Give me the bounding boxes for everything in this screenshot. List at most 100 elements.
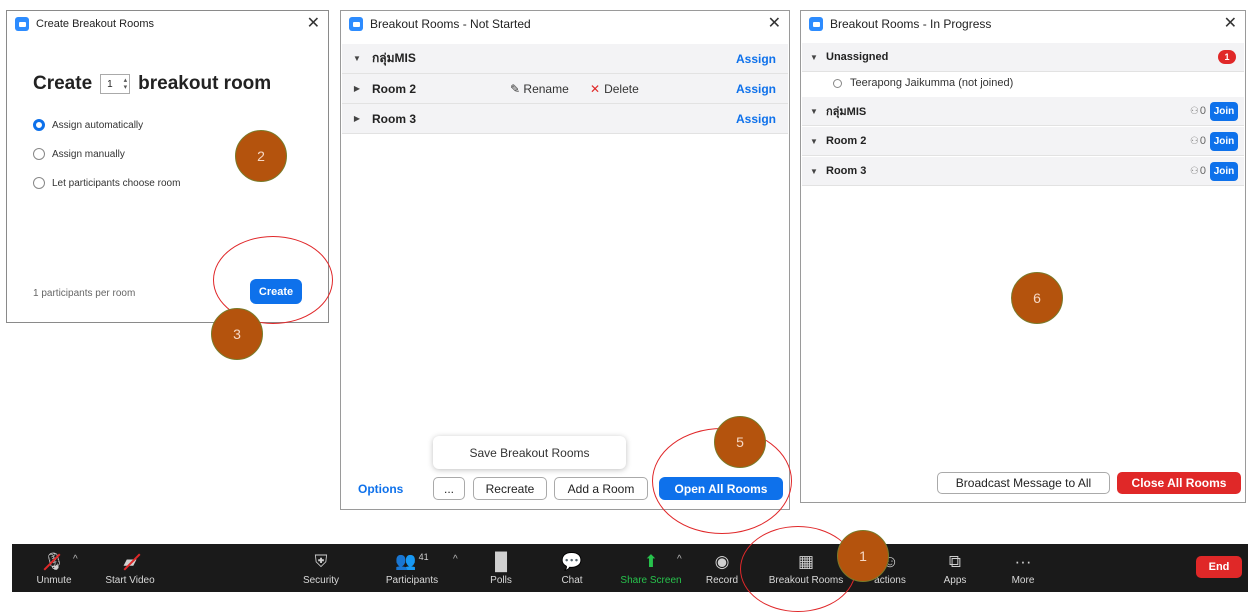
reactions-label: actions: [874, 575, 906, 586]
join-button[interactable]: Join: [1210, 101, 1238, 121]
room-name: Room 3: [372, 111, 417, 126]
assign-link[interactable]: Assign: [736, 52, 776, 66]
start-video-label: Start Video: [105, 575, 155, 586]
pencil-icon: ✎: [510, 81, 521, 96]
participants-button[interactable]: 👥 41 Participants: [382, 544, 442, 592]
radio-assign-manually[interactable]: Assign manually: [33, 148, 125, 160]
unmute-button[interactable]: 🎙 Unmute: [32, 544, 76, 592]
radio-label: Assign automatically: [52, 119, 144, 131]
save-breakout-rooms-menu-item[interactable]: Save Breakout Rooms: [433, 436, 626, 469]
assign-link[interactable]: Assign: [736, 112, 776, 126]
share-screen-label: Share Screen: [620, 575, 682, 586]
step-marker-1: 1: [837, 530, 889, 582]
apps-button[interactable]: ⧉ Apps: [940, 544, 970, 592]
step-marker-6: 6: [1011, 272, 1063, 324]
room-name: Room 2: [372, 81, 417, 96]
room-participant-count: ⚇ 0: [1190, 165, 1206, 177]
unassigned-count-badge: 1: [1218, 50, 1236, 64]
chevron-up-icon[interactable]: ^: [453, 554, 458, 565]
caret-down-icon[interactable]: ▼: [342, 54, 372, 63]
radio-icon[interactable]: [33, 148, 45, 160]
rename-label: Rename: [523, 81, 569, 96]
progress-room-row-room3[interactable]: ▼ Room 3 ⚇ 0 Join: [802, 157, 1244, 186]
close-icon[interactable]: ✕: [1224, 16, 1237, 32]
caret-right-icon[interactable]: ▶: [342, 114, 372, 123]
progress-room-row-room2[interactable]: ▼ Room 2 ⚇ 0 Join: [802, 127, 1244, 156]
record-button[interactable]: ◉ Record: [704, 544, 740, 592]
rename-button[interactable]: ✎ Rename: [510, 82, 569, 96]
zoom-logo-icon: [349, 17, 363, 31]
in-progress-titlebar: Breakout Rooms - In Progress ✕: [801, 11, 1245, 37]
options-button[interactable]: Options: [358, 482, 403, 496]
person-icon: ⚇: [1189, 105, 1199, 117]
count-value: 0: [1199, 165, 1206, 177]
caret-down-icon[interactable]: ▼: [802, 53, 826, 62]
spinner-arrows-icon[interactable]: ▴ ▾: [124, 77, 128, 91]
room-row-mis[interactable]: ▼ กลุ่มMIS Assign: [342, 44, 788, 74]
caret-right-icon[interactable]: ▶: [342, 84, 372, 93]
count-value: 0: [1199, 105, 1206, 117]
add-a-room-button[interactable]: Add a Room: [554, 477, 648, 500]
caret-down-icon[interactable]: ▼: [802, 107, 826, 116]
room-count-stepper[interactable]: 1 ▴ ▾: [100, 74, 131, 94]
room-name: กลุ่มMIS: [372, 51, 416, 65]
room-name: Room 3: [826, 165, 867, 177]
join-button[interactable]: Join: [1210, 131, 1238, 151]
chevron-up-icon[interactable]: ^: [677, 554, 682, 565]
share-screen-icon: ⬆: [643, 552, 659, 571]
video-off-icon: ▰: [123, 553, 141, 571]
close-icon[interactable]: ✕: [768, 16, 781, 32]
assign-link[interactable]: Assign: [736, 82, 776, 96]
breakout-rooms-in-progress-window: Breakout Rooms - In Progress ✕ ▼ Unassig…: [800, 10, 1246, 503]
room-row-room3[interactable]: ▶ Room 3 Assign: [342, 104, 788, 134]
not-started-titlebar: Breakout Rooms - Not Started ✕: [341, 11, 789, 37]
join-button[interactable]: Join: [1210, 161, 1238, 181]
chat-button[interactable]: 💬 Chat: [557, 544, 587, 592]
create-room-count-row: Create 1 ▴ ▾ breakout room: [33, 73, 271, 95]
participants-count: 41: [418, 552, 429, 563]
step-marker-3: 3: [211, 308, 263, 360]
status-ring-icon: [833, 78, 842, 88]
end-meeting-button[interactable]: End: [1196, 556, 1242, 578]
start-video-button[interactable]: ▰ Start Video: [100, 544, 160, 592]
share-screen-button[interactable]: ⬆ Share Screen: [616, 544, 686, 592]
participants-icon: 👥 41: [395, 552, 429, 571]
room-row-room2[interactable]: ▶ Room 2 ✎ Rename ✕ Delete Assign: [342, 74, 788, 104]
caret-down-icon[interactable]: ▼: [802, 167, 826, 176]
delete-x-icon: ✕: [590, 81, 601, 96]
more-dots-icon: ···: [1014, 552, 1032, 571]
apps-label: Apps: [943, 575, 967, 586]
delete-button[interactable]: ✕ Delete: [590, 82, 639, 96]
room-participant-count: ⚇ 0: [1190, 135, 1206, 147]
participant-name: Teerapong Jaikumma (not joined): [850, 77, 1014, 89]
apps-icon: ⧉: [948, 552, 962, 571]
chat-label: Chat: [561, 575, 583, 586]
zoom-logo-icon: [15, 17, 29, 31]
security-button[interactable]: ⛨ Security: [296, 544, 346, 592]
unassigned-row[interactable]: ▼ Unassigned 1: [802, 43, 1244, 72]
muted-mic-icon: 🎙: [43, 552, 65, 571]
caret-down-icon[interactable]: ▼: [802, 137, 826, 146]
radio-selected-icon[interactable]: [33, 119, 45, 131]
more-options-button[interactable]: ...: [433, 477, 465, 500]
recreate-button[interactable]: Recreate: [473, 477, 547, 500]
participant-item[interactable]: Teerapong Jaikumma (not joined): [833, 77, 1013, 89]
polls-button[interactable]: ▐▌ Polls: [486, 544, 516, 592]
chat-bubble-icon: 💬: [561, 552, 583, 571]
highlight-ring-breakout: [740, 526, 856, 612]
more-button[interactable]: ··· More: [1008, 544, 1038, 592]
in-progress-title: Breakout Rooms - In Progress: [830, 17, 992, 31]
radio-assign-automatically[interactable]: Assign automatically: [33, 119, 143, 131]
broadcast-message-button[interactable]: Broadcast Message to All: [937, 472, 1110, 494]
create-label: Create: [33, 73, 93, 94]
radio-icon[interactable]: [33, 177, 45, 189]
participants-label: Participants: [385, 575, 439, 586]
chevron-up-icon[interactable]: ^: [73, 554, 78, 565]
progress-room-row-mis[interactable]: ▼ กลุ่มMIS ⚇ 0 Join: [802, 97, 1244, 126]
record-label: Record: [705, 575, 739, 586]
close-icon[interactable]: ✕: [307, 16, 320, 32]
close-all-rooms-button[interactable]: Close All Rooms: [1117, 472, 1241, 494]
radio-participants-choose[interactable]: Let participants choose room: [33, 177, 180, 189]
unmute-label: Unmute: [36, 575, 72, 586]
zoom-logo-icon: [809, 17, 823, 31]
